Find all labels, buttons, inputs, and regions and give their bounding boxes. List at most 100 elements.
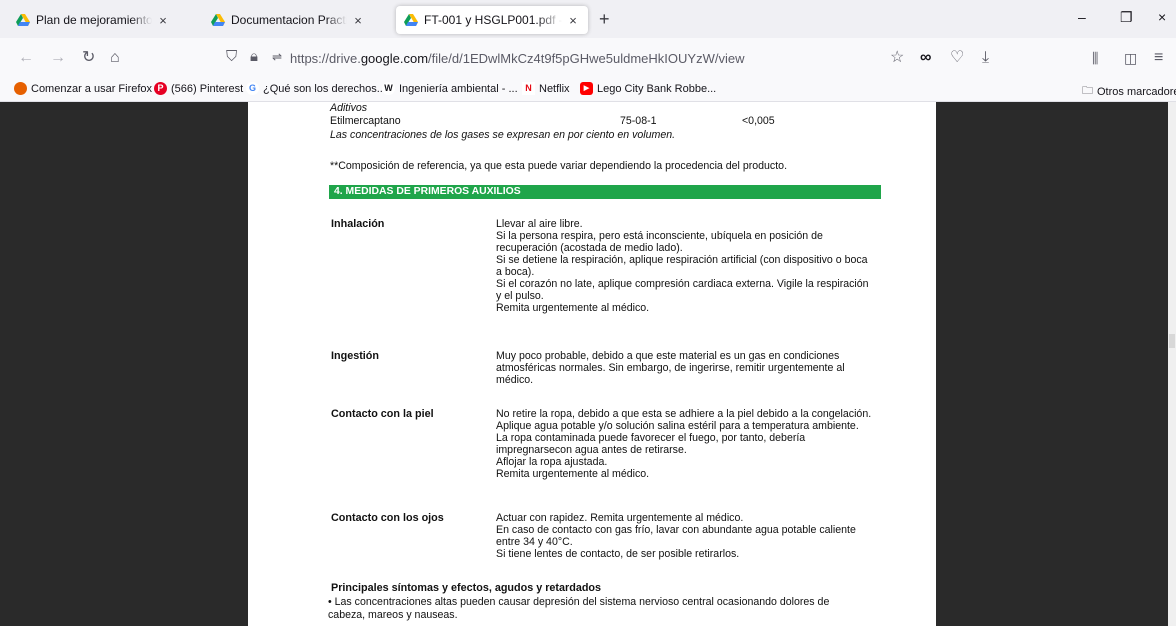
text-line: Actuar con rapidez. Remita urgentemente …	[496, 512, 744, 524]
etilmercaptano-name: Etilmercaptano	[330, 115, 401, 127]
text-line: Si se detiene la respiración, aplique re…	[496, 254, 868, 266]
shield-icon[interactable]: ⛉	[226, 48, 237, 65]
text-line: recuperación (acostada de medio lado).	[496, 242, 683, 254]
text-line: Aplique agua potable y/o solución salina…	[496, 420, 859, 432]
etilmercaptano-cas: 75-08-1	[620, 115, 657, 127]
navigation-bar: ← → ↻ ⌂ ⛉ 🔒︎ ⇌ https://drive.google.com/…	[0, 38, 1176, 78]
minimize-button[interactable]: –	[1078, 9, 1086, 25]
bookmark-derechos[interactable]: G ¿Qué son los derechos...	[246, 82, 386, 95]
bookmark-firefox[interactable]: Comenzar a usar Firefox	[14, 82, 152, 95]
url-domain: google.com	[360, 51, 429, 66]
downloads-icon[interactable]: ⤓	[982, 48, 989, 68]
other-bookmarks[interactable]: 🗀︎ Otros marcadores	[1082, 82, 1176, 101]
tab-title: Plan de mejoramiento .pdf - Go	[36, 13, 152, 27]
ingestion-text: Muy poco probable, debido a que este mat…	[496, 350, 856, 386]
text-line: impregnarsecon agua antes de retirarse.	[496, 444, 687, 456]
pdf-page: Aditivos Etilmercaptano 75-08-1 <0,005 L…	[248, 102, 936, 626]
extension-icon[interactable]: ∞	[920, 48, 931, 68]
sintomas-heading: Principales síntomas y efectos, agudos y…	[331, 582, 602, 594]
lock-icon[interactable]: 🔒︎	[250, 48, 258, 65]
text-line: No retire la ropa, debido a que esta se …	[496, 408, 872, 420]
scrollbar[interactable]	[1168, 102, 1176, 626]
other-bookmarks-label: Otros marcadores	[1097, 85, 1176, 98]
sintomas-line: • Las concentraciones altas pueden causa…	[328, 596, 830, 608]
tab-close-icon[interactable]: ×	[566, 13, 580, 28]
concentration-note: Las concentraciones de los gases se expr…	[330, 129, 676, 141]
tab-title: Documentacion Practica Empre	[231, 13, 347, 27]
bookmark-ingenieria[interactable]: W Ingeniería ambiental - ...	[382, 82, 518, 95]
text-line: y el pulso.	[496, 290, 544, 302]
bookmark-label: (566) Pinterest	[171, 82, 244, 95]
text-line: Si el corazón no late, aplique compresió…	[496, 278, 869, 290]
url-path: /file/d/1EDwlMkCz4t9f5pGHwe5uldmeHkIOUYz…	[428, 51, 745, 66]
tab-title: FT-001 y HSGLP001.pdf - Googl	[424, 13, 562, 27]
youtube-icon: ▶	[580, 82, 593, 95]
bookmark-label: Ingeniería ambiental - ...	[399, 82, 518, 95]
sidebar-icon[interactable]: ◫	[1124, 48, 1137, 68]
google-drive-icon	[16, 13, 30, 26]
tab-documentacion-practica[interactable]: Documentacion Practica Empre ×	[203, 7, 373, 33]
inhalacion-label: Inhalación	[331, 218, 385, 230]
contacto-piel-label: Contacto con la piel	[331, 408, 434, 420]
bookmarks-bar: Comenzar a usar Firefox P (566) Pinterest…	[0, 78, 1176, 102]
section-heading: 4. MEDIDAS DE PRIMEROS AUXILIOS	[329, 185, 881, 199]
text-line: En caso de contacto con gas frío, lavar …	[496, 524, 856, 536]
aditivos-heading: Aditivos	[330, 102, 368, 114]
folder-icon: 🗀︎	[1082, 85, 1093, 97]
scrollbar-thumb[interactable]	[1169, 334, 1175, 348]
text-line: Muy poco probable, debido a que este mat…	[496, 350, 840, 362]
bookmark-label: ¿Qué son los derechos...	[263, 82, 386, 95]
sintomas-line: cabeza, mareos y nauseas.	[328, 609, 458, 621]
bookmark-netflix[interactable]: N Netflix	[522, 82, 570, 95]
text-line: Si la persona respira, pero está inconsc…	[496, 230, 823, 242]
text-line: a boca).	[496, 266, 535, 278]
tab-close-icon[interactable]: ×	[156, 13, 170, 28]
home-icon[interactable]: ⌂	[110, 48, 120, 68]
etilmercaptano-value: <0,005	[742, 115, 775, 127]
reload-icon[interactable]: ↻	[82, 48, 95, 68]
wikipedia-icon: W	[382, 82, 395, 95]
forward-icon[interactable]: →	[50, 48, 66, 68]
tab-plan-de-mejoramiento[interactable]: Plan de mejoramiento .pdf - Go ×	[8, 7, 178, 33]
tab-ft-001-active[interactable]: FT-001 y HSGLP001.pdf - Googl ×	[396, 6, 588, 34]
text-line: médico.	[496, 374, 534, 386]
text-line: La ropa contaminada puede favorecer el f…	[496, 432, 806, 444]
firefox-icon	[14, 82, 27, 95]
library-icon[interactable]: ⫼	[1092, 48, 1098, 68]
contacto-ojos-label: Contacto con los ojos	[331, 512, 444, 524]
text-line: atmosféricas normales. Sin embargo, de i…	[496, 362, 845, 374]
new-tab-button[interactable]: +	[599, 9, 610, 30]
restore-button[interactable]: ❐	[1120, 9, 1133, 26]
close-window-button[interactable]: ×	[1158, 9, 1166, 25]
bookmark-label: Netflix	[539, 82, 570, 95]
bookmark-star-icon[interactable]: ☆	[890, 48, 904, 68]
google-drive-icon	[404, 13, 418, 26]
bookmark-label: Comenzar a usar Firefox	[31, 82, 153, 95]
netflix-icon: N	[522, 82, 535, 95]
contacto-ojos-text: Actuar con rapidez. Remita urgentemente …	[496, 512, 856, 560]
google-drive-icon	[211, 13, 225, 26]
pocket-icon[interactable]: ♡	[950, 48, 964, 68]
url-prefix: https://drive.	[290, 51, 361, 66]
text-line: Remita urgentemente al médico.	[496, 302, 650, 314]
text-line: Llevar al aire libre.	[496, 218, 583, 230]
text-line: Remita urgentemente al médico.	[496, 468, 650, 480]
bookmark-label: Lego City Bank Robbe...	[597, 82, 717, 95]
tab-close-icon[interactable]: ×	[351, 13, 365, 28]
bookmark-pinterest[interactable]: P (566) Pinterest	[154, 82, 243, 95]
text-line: Aflojar la ropa ajustada.	[496, 456, 608, 468]
pinterest-icon: P	[154, 82, 167, 95]
inhalacion-text: Llevar al aire libre. Si la persona resp…	[496, 218, 869, 314]
text-line: entre 34 y 40°C.	[496, 536, 573, 548]
pdf-viewer[interactable]: Aditivos Etilmercaptano 75-08-1 <0,005 L…	[0, 102, 1176, 626]
permissions-icon[interactable]: ⇌	[272, 50, 282, 64]
reference-note: **Composición de referencia, ya que esta…	[330, 160, 788, 172]
back-icon[interactable]: ←	[18, 48, 34, 68]
contacto-piel-text: No retire la ropa, debido a que esta se …	[496, 408, 872, 480]
text-line: Si tiene lentes de contacto, de ser posi…	[496, 548, 740, 560]
tab-bar: Plan de mejoramiento .pdf - Go × Documen…	[0, 0, 1176, 38]
menu-icon[interactable]: ≡	[1154, 48, 1163, 68]
ingestion-label: Ingestión	[331, 350, 379, 362]
url-bar[interactable]: https://drive.google.com/file/d/1EDwlMkC…	[290, 51, 744, 66]
bookmark-lego[interactable]: ▶ Lego City Bank Robbe...	[580, 82, 716, 95]
